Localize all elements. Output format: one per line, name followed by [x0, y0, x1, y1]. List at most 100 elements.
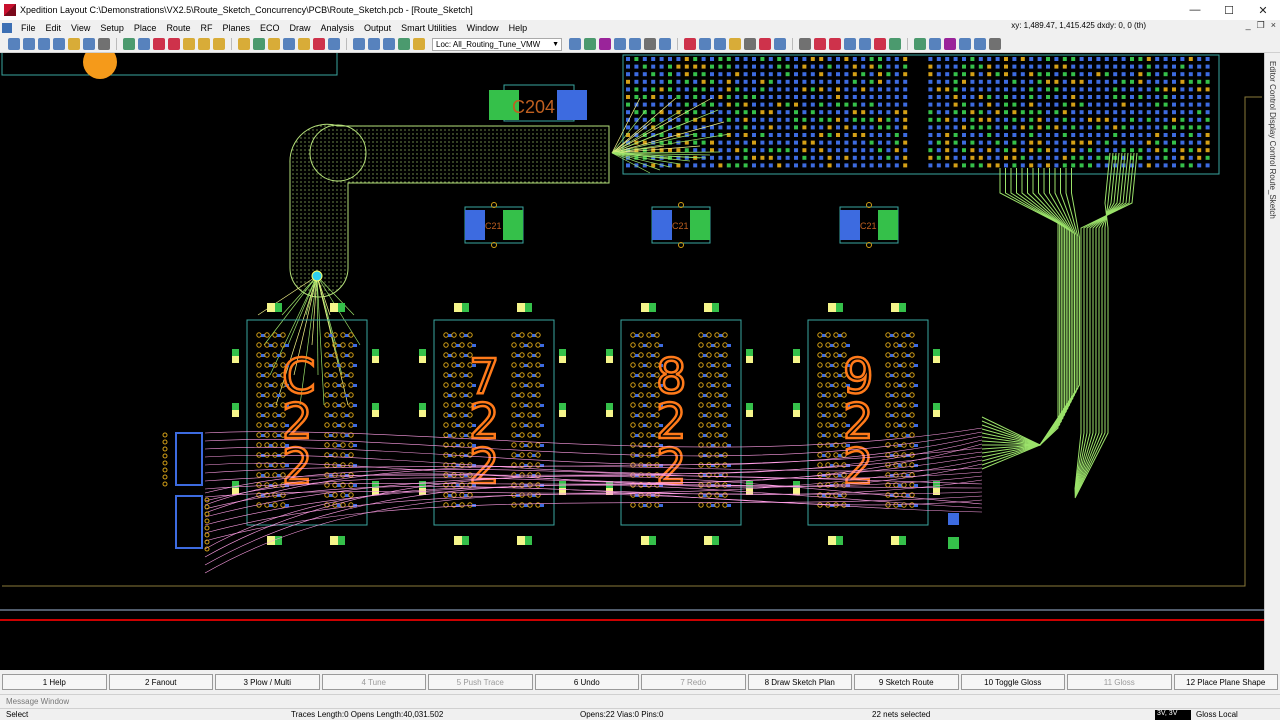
left-tool-icon-7[interactable]: [98, 38, 110, 50]
menu-edit[interactable]: Edit: [41, 23, 67, 33]
right-tool-icon-16[interactable]: [814, 38, 826, 50]
close-button[interactable]: ✕: [1246, 0, 1280, 20]
route-sketch-region[interactable]: [289, 123, 610, 298]
fkey-6-button[interactable]: 6 Undo: [534, 674, 639, 690]
menu-place[interactable]: Place: [129, 23, 162, 33]
menu-route[interactable]: Route: [161, 23, 195, 33]
right-tool-icon-14[interactable]: [774, 38, 786, 50]
fkey-4-button[interactable]: 4 Tune: [321, 674, 426, 690]
fkey-11-button[interactable]: 11 Gloss: [1067, 674, 1172, 690]
side-panel-tabs[interactable]: Editor Control Display Control Route_Ske…: [1264, 53, 1280, 670]
right-tool-icon-15[interactable]: [799, 38, 811, 50]
menu-rf[interactable]: RF: [195, 23, 217, 33]
document-menu-icon[interactable]: [2, 23, 12, 33]
menu-file[interactable]: File: [16, 23, 41, 33]
left-tool-icon-2[interactable]: [23, 38, 35, 50]
menu-planes[interactable]: Planes: [217, 23, 255, 33]
right-tool-icon-24[interactable]: [944, 38, 956, 50]
left-tool-icon-20[interactable]: [313, 38, 325, 50]
left-tool-icon-11[interactable]: [168, 38, 180, 50]
selected-via[interactable]: [311, 270, 323, 282]
layout-canvas[interactable]: C204 C21 C21 C21 C22722822922: [0, 53, 1264, 670]
menu-view[interactable]: View: [66, 23, 95, 33]
fkey-1-button[interactable]: 1 Help: [2, 674, 107, 690]
right-tool-icon-8[interactable]: [684, 38, 696, 50]
bga-component[interactable]: [622, 54, 1220, 175]
message-window[interactable]: Message Window: [0, 694, 1280, 708]
right-tool-icon-6[interactable]: [644, 38, 656, 50]
menu-help[interactable]: Help: [504, 23, 533, 33]
left-tool-icon-1[interactable]: [8, 38, 20, 50]
left-tool-icon-21[interactable]: [328, 38, 340, 50]
c204-pad-2[interactable]: [557, 90, 587, 120]
fkey-7-button[interactable]: 7 Redo: [641, 674, 746, 690]
right-tool-icon-26[interactable]: [974, 38, 986, 50]
left-tool-icon-5[interactable]: [68, 38, 80, 50]
left-tool-icon-23[interactable]: [368, 38, 380, 50]
capacitor-group[interactable]: C21 C21 C21: [464, 202, 899, 248]
right-tool-icon-10[interactable]: [714, 38, 726, 50]
right-tool-icon-23[interactable]: [929, 38, 941, 50]
fkey-12-button[interactable]: 12 Place Plane Shape: [1173, 674, 1278, 690]
left-tool-icon-22[interactable]: [353, 38, 365, 50]
right-tool-icon-20[interactable]: [874, 38, 886, 50]
left-tool-icon-8[interactable]: [123, 38, 135, 50]
left-tool-icon-16[interactable]: [253, 38, 265, 50]
right-tool-icon-21[interactable]: [889, 38, 901, 50]
fkey-10-button[interactable]: 10 Toggle Gloss: [960, 674, 1065, 690]
bga-ball: [1062, 102, 1067, 107]
left-tool-icon-4[interactable]: [53, 38, 65, 50]
left-tool-icon-18[interactable]: [283, 38, 295, 50]
menu-setup[interactable]: Setup: [95, 23, 129, 33]
left-tool-icon-9[interactable]: [138, 38, 150, 50]
right-tool-icon-25[interactable]: [959, 38, 971, 50]
memory-chip-group[interactable]: C22722822922: [232, 303, 940, 545]
right-tool-icon-13[interactable]: [759, 38, 771, 50]
right-tool-icon-9[interactable]: [699, 38, 711, 50]
right-tool-icon-22[interactable]: [914, 38, 926, 50]
left-tool-icon-12[interactable]: [183, 38, 195, 50]
menu-smart-utilities[interactable]: Smart Utilities: [396, 23, 462, 33]
right-tool-icon-18[interactable]: [844, 38, 856, 50]
left-tool-icon-15[interactable]: [238, 38, 250, 50]
fkey-9-button[interactable]: 9 Sketch Route: [854, 674, 959, 690]
left-tool-icon-24[interactable]: [383, 38, 395, 50]
left-tool-icon-25[interactable]: [398, 38, 410, 50]
left-tool-icon-19[interactable]: [298, 38, 310, 50]
left-tool-icon-26[interactable]: [413, 38, 425, 50]
locator-dropdown[interactable]: Loc: All_Routing_Tune_VMW ▼: [432, 37, 562, 51]
fkey-8-button[interactable]: 8 Draw Sketch Plan: [747, 674, 852, 690]
right-tool-icon-3[interactable]: [599, 38, 611, 50]
doc-close-button[interactable]: ×: [1271, 20, 1276, 31]
menu-draw[interactable]: Draw: [285, 23, 316, 33]
fkey-5-button[interactable]: 5 Push Trace: [428, 674, 533, 690]
doc-minimize-button[interactable]: _: [1246, 20, 1251, 31]
right-tool-icon-12[interactable]: [744, 38, 756, 50]
menu-output[interactable]: Output: [359, 23, 396, 33]
right-tool-icon-27[interactable]: [989, 38, 1001, 50]
minimize-button[interactable]: —: [1178, 0, 1212, 20]
right-tool-icon-2[interactable]: [584, 38, 596, 50]
right-tool-icon-7[interactable]: [659, 38, 671, 50]
menu-analysis[interactable]: Analysis: [316, 23, 360, 33]
left-tool-icon-6[interactable]: [83, 38, 95, 50]
right-tool-icon-1[interactable]: [569, 38, 581, 50]
left-tool-icon-17[interactable]: [268, 38, 280, 50]
routed-bus-traces[interactable]: [981, 152, 1138, 499]
left-tool-icon-10[interactable]: [153, 38, 165, 50]
menu-eco[interactable]: ECO: [255, 23, 285, 33]
left-tool-icon-13[interactable]: [198, 38, 210, 50]
pcb-drawing[interactable]: C204 C21 C21 C21 C22722822922: [0, 53, 1264, 670]
right-tool-icon-19[interactable]: [859, 38, 871, 50]
left-tool-icon-14[interactable]: [213, 38, 225, 50]
right-tool-icon-5[interactable]: [629, 38, 641, 50]
doc-restore-button[interactable]: ❐: [1257, 20, 1265, 31]
maximize-button[interactable]: ☐: [1212, 0, 1246, 20]
fkey-2-button[interactable]: 2 Fanout: [108, 674, 213, 690]
right-tool-icon-11[interactable]: [729, 38, 741, 50]
fkey-3-button[interactable]: 3 Plow / Multi: [215, 674, 320, 690]
menu-window[interactable]: Window: [462, 23, 504, 33]
right-tool-icon-17[interactable]: [829, 38, 841, 50]
left-tool-icon-3[interactable]: [38, 38, 50, 50]
right-tool-icon-4[interactable]: [614, 38, 626, 50]
